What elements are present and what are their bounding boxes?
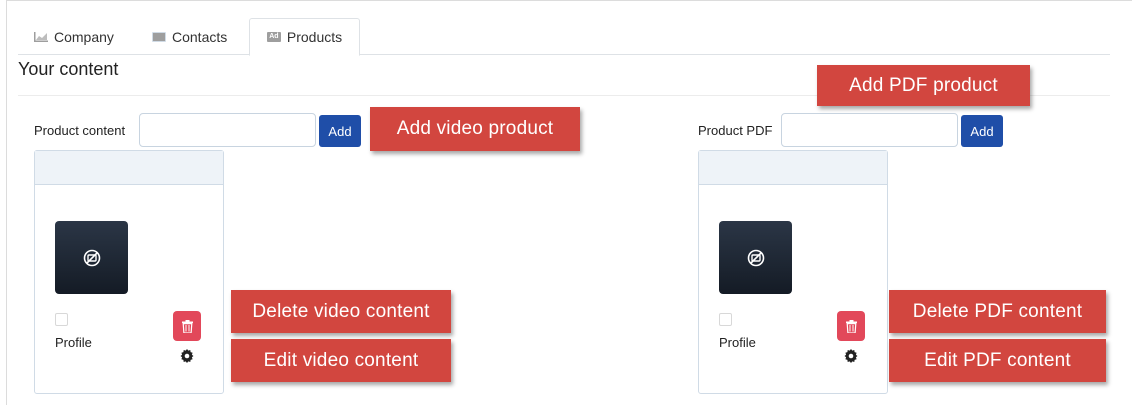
add-video-button[interactable]: Add <box>319 115 361 147</box>
video-item-label: Profile <box>55 335 92 350</box>
add-pdf-button[interactable]: Add <box>961 115 1003 147</box>
pdf-item-label: Profile <box>719 335 756 350</box>
line-chart-icon <box>34 31 48 42</box>
card-header <box>35 151 223 185</box>
product-pdf-label: Product PDF <box>698 123 773 138</box>
video-select-checkbox[interactable] <box>55 313 68 326</box>
tab-company[interactable]: Company <box>34 18 124 55</box>
video-thumbnail[interactable] <box>55 221 128 294</box>
id-card-icon <box>152 31 166 42</box>
pdf-content-card: Profile <box>698 150 888 394</box>
tab-bar: Company Contacts Ad Products <box>18 18 1110 56</box>
gear-icon[interactable] <box>180 349 194 363</box>
tab-contacts[interactable]: Contacts <box>152 18 248 55</box>
no-image-icon <box>83 249 100 266</box>
delete-pdf-button[interactable] <box>837 311 865 341</box>
gear-icon[interactable] <box>844 349 858 363</box>
page-title: Your content <box>18 59 119 79</box>
product-pdf-input[interactable] <box>781 113 958 147</box>
video-content-card: Profile <box>34 150 224 394</box>
tab-contacts-label: Contacts <box>172 28 228 45</box>
callout-edit-video: Edit video content <box>231 339 451 382</box>
callout-add-video: Add video product <box>370 107 580 151</box>
tab-products[interactable]: Ad Products <box>249 18 360 56</box>
tab-products-label: Products <box>286 29 343 45</box>
pdf-thumbnail[interactable] <box>719 221 792 294</box>
trash-icon <box>845 319 857 333</box>
callout-add-pdf: Add PDF product <box>817 65 1030 106</box>
trash-icon <box>181 319 193 333</box>
card-header <box>699 151 887 185</box>
ad-icon: Ad <box>266 32 281 42</box>
pdf-select-checkbox[interactable] <box>719 313 732 326</box>
callout-delete-video: Delete video content <box>231 290 451 333</box>
delete-video-button[interactable] <box>173 311 201 341</box>
callout-edit-pdf: Edit PDF content <box>889 339 1106 382</box>
product-content-label: Product content <box>34 123 126 138</box>
product-content-input[interactable] <box>139 113 316 147</box>
no-image-icon <box>747 249 764 266</box>
tab-company-label: Company <box>54 28 114 45</box>
callout-delete-pdf: Delete PDF content <box>889 290 1106 333</box>
